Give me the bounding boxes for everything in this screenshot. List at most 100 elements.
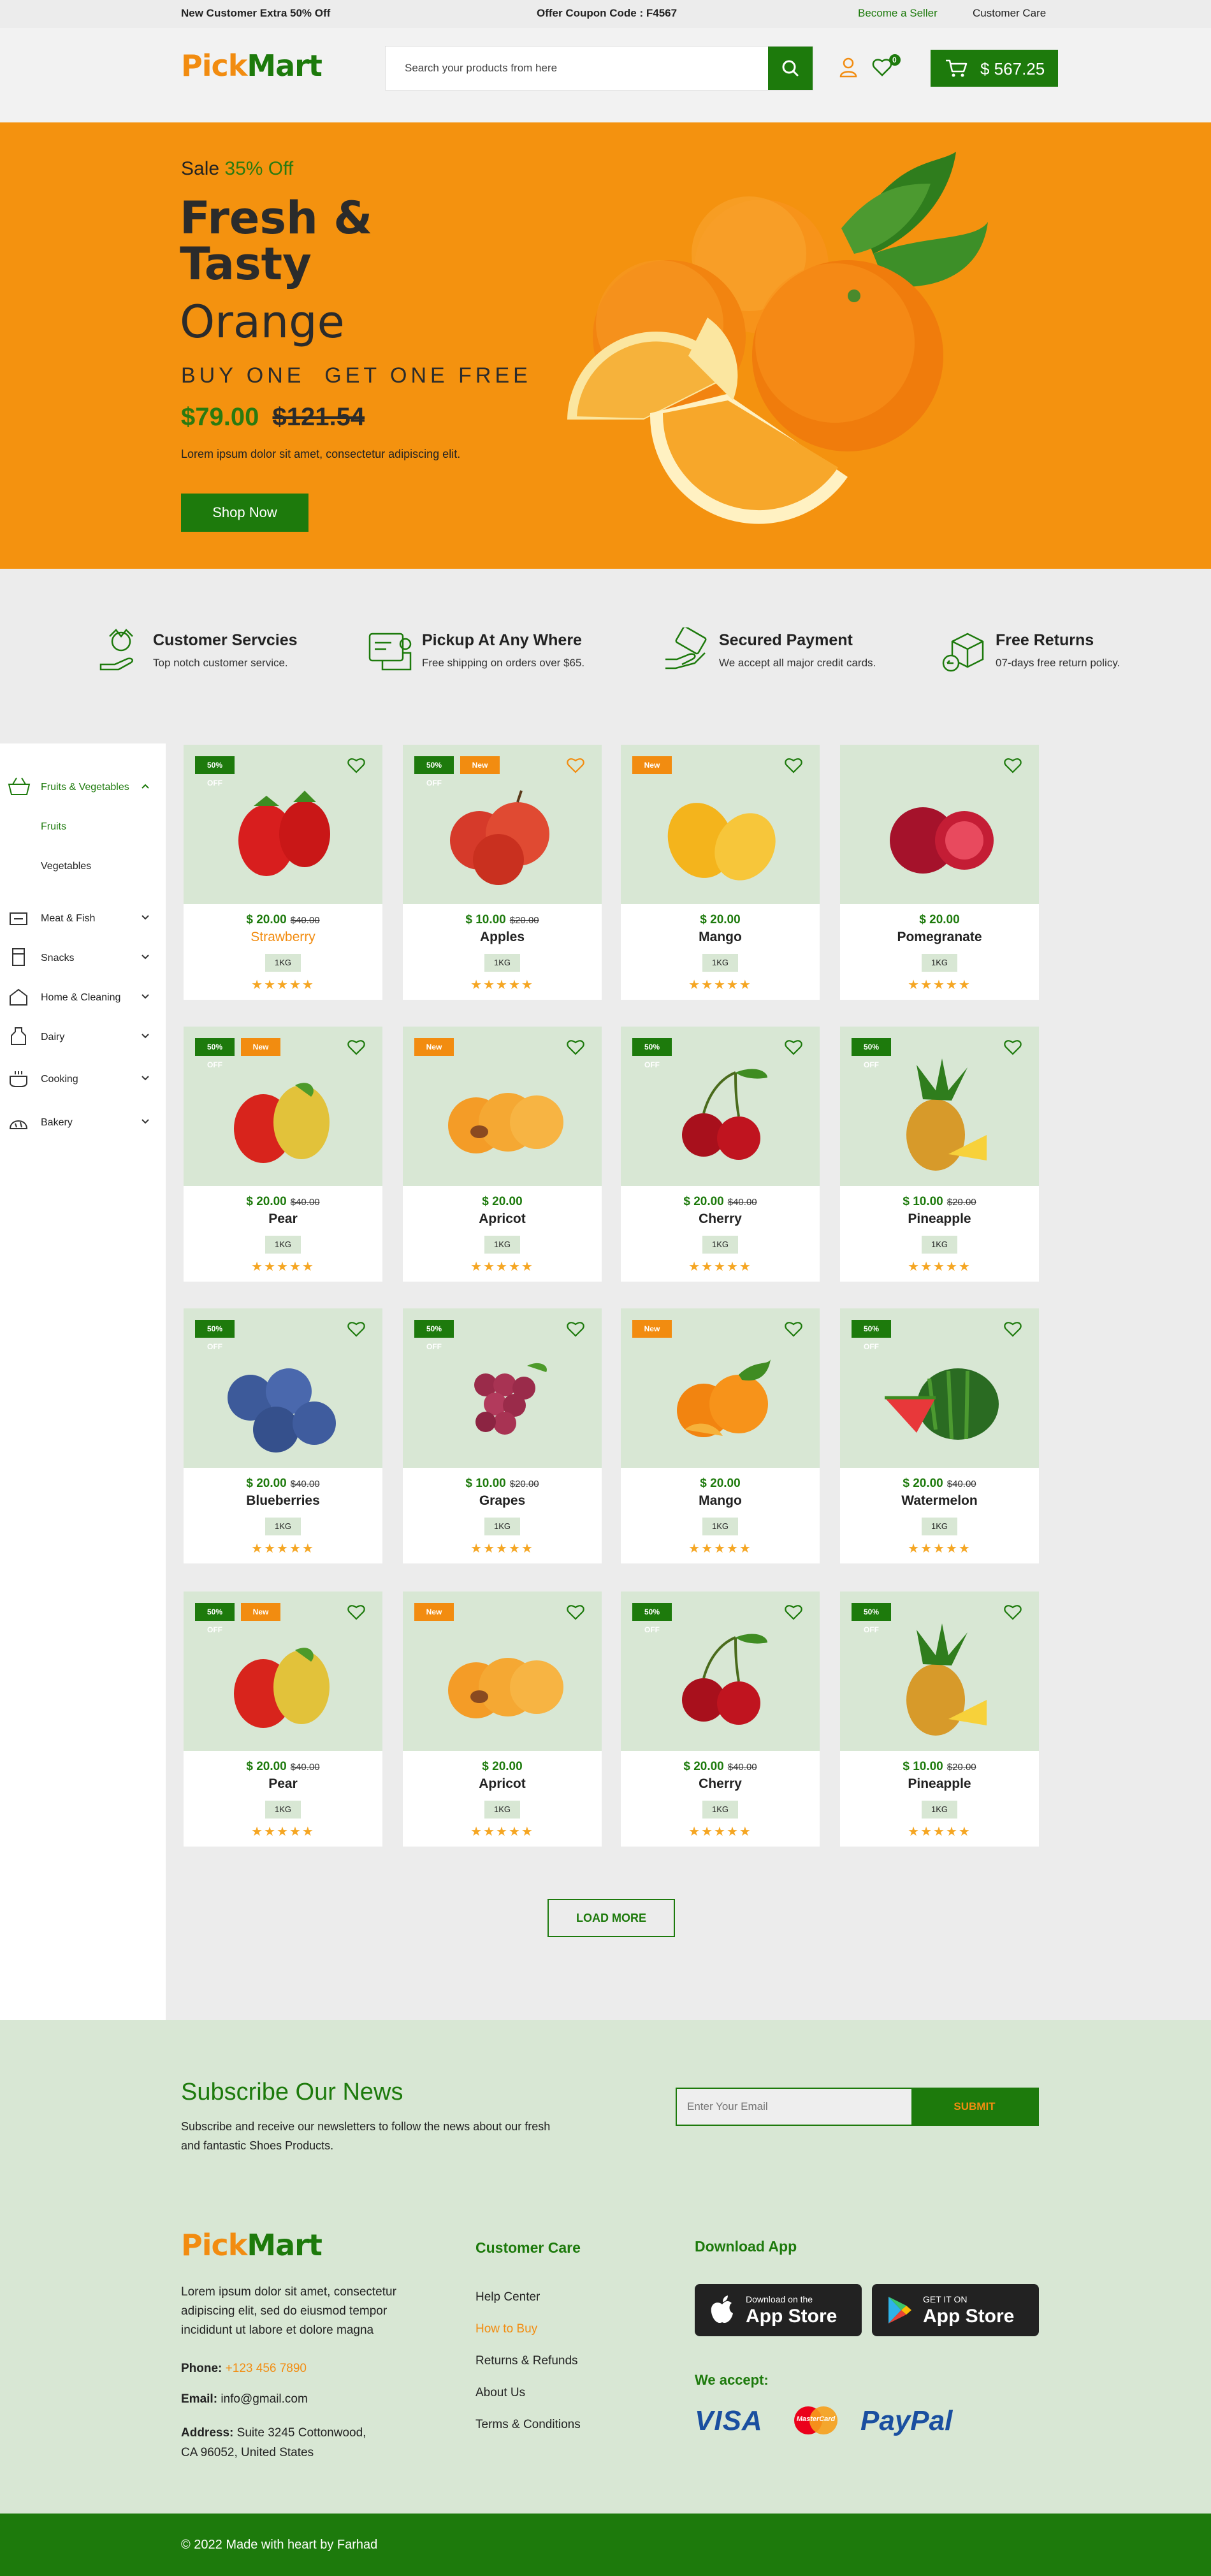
discount-badge: 50% OFF [414,756,454,787]
product-name[interactable]: Mango [621,930,820,945]
product-name[interactable]: Mango [621,1493,820,1509]
wishlist-heart-icon[interactable] [566,1320,585,1338]
shop-now-button[interactable]: Shop Now [181,494,308,532]
product-name[interactable]: Cherry [621,1211,820,1227]
wishlist-heart-icon[interactable] [1003,1320,1022,1338]
discount-badge: 50% OFF [195,1038,235,1069]
product-weight: 1KG [484,1518,520,1535]
submit-button[interactable]: SUBMIT [911,2089,1038,2125]
product-name[interactable]: Pomegranate [840,930,1039,945]
footer-link-help-center[interactable]: Help Center [475,2290,540,2304]
product-rating: ★★★★★ [688,1542,752,1556]
product-card[interactable]: 50% OFF New $ 20.00 $40.00 Pear 1KG ★★★★★ [184,1027,382,1282]
footer-link-about-us[interactable]: About Us [475,2386,525,2400]
product-name[interactable]: Watermelon [840,1493,1039,1509]
product-card[interactable]: 50% OFF $ 20.00 $40.00 Cherry 1KG ★★★★★ [621,1592,820,1847]
product-price: $ 20.00 [683,1760,724,1773]
footer-about: Lorem ipsum dolor sit amet, consectetur a… [181,2285,396,2337]
product-card[interactable]: New $ 20.00 Mango 1KG ★★★★★ [621,745,820,1000]
product-name[interactable]: Apricot [403,1211,602,1227]
product-weight: 1KG [922,1518,957,1535]
footer-link-returns-refunds[interactable]: Returns & Refunds [475,2354,578,2368]
sidebar-item-cooking[interactable]: Cooking [0,1066,159,1092]
product-name[interactable]: Pineapple [840,1211,1039,1227]
customer-care-link[interactable]: Customer Care [973,7,1046,20]
product-card[interactable]: 50% OFF $ 10.00 $20.00 Pineapple 1KG ★★★★… [840,1027,1039,1282]
sidebar-item-fruits-vegetables[interactable]: Fruits & Vegetables [0,774,159,800]
product-price: $ 20.00 [246,1477,287,1490]
sidebar-subitem-vegetables[interactable]: Vegetables [41,861,91,872]
product-name[interactable]: Blueberries [184,1493,382,1509]
search-button[interactable] [768,47,813,90]
wishlist-heart-icon[interactable] [566,756,585,774]
sidebar-item-snacks[interactable]: Snacks [0,945,159,970]
product-prices: $ 20.00 $40.00 [184,1195,382,1209]
product-name[interactable]: Strawberry [184,930,382,945]
sidebar-item-home-cleaning[interactable]: Home & Cleaning [0,984,159,1010]
product-price: $ 10.00 [903,1760,943,1773]
email-input[interactable] [677,2089,911,2125]
product-name[interactable]: Apples [403,930,602,945]
product-card[interactable]: 50% OFF New $ 20.00 $40.00 Pear 1KG ★★★★★ [184,1592,382,1847]
load-more-button[interactable]: LOAD MORE [547,1899,675,1937]
product-card[interactable]: 50% OFF $ 20.00 $40.00 Strawberry 1KG ★★★… [184,745,382,1000]
wishlist-heart-icon[interactable] [347,1038,366,1056]
subscribe-form: SUBMIT [676,2088,1039,2126]
discount-badge: 50% OFF [195,1320,235,1351]
play-store-button[interactable]: GET IT ON App Store [872,2284,1039,2336]
wishlist-heart-icon[interactable] [784,1038,803,1056]
product-card[interactable]: 50% OFF New $ 10.00 $20.00 Apples 1KG ★★★★… [403,745,602,1000]
product-card[interactable]: 50% OFF $ 20.00 $40.00 Watermelon 1KG ★★★… [840,1308,1039,1563]
wishlist-heart-icon[interactable] [1003,1603,1022,1621]
product-card[interactable]: New $ 20.00 Mango 1KG ★★★★★ [621,1308,820,1563]
paypal-logo: PayPal [860,2405,953,2436]
product-weight: 1KG [922,1801,957,1819]
feature-title: Secured Payment [719,631,853,649]
wishlist-heart-icon[interactable] [1003,1038,1022,1056]
product-name[interactable]: Grapes [403,1493,602,1509]
footer-link-how-to-buy[interactable]: How to Buy [475,2322,537,2336]
wishlist-heart-icon[interactable] [566,1038,585,1056]
user-icon[interactable] [839,56,858,79]
app-store-button[interactable]: Download on the App Store [695,2284,862,2336]
wishlist-heart-icon[interactable] [1003,756,1022,774]
product-card[interactable]: New $ 20.00 Apricot 1KG ★★★★★ [403,1592,602,1847]
product-name[interactable]: Pear [184,1776,382,1792]
product-name[interactable]: Apricot [403,1776,602,1792]
bakery-icon [9,1120,28,1129]
product-old-price: $20.00 [509,1479,539,1489]
product-card[interactable]: New $ 20.00 Apricot 1KG ★★★★★ [403,1027,602,1282]
cart-button[interactable]: $ 567.25 [931,50,1058,87]
product-card[interactable]: $ 20.00 Pomegranate 1KG ★★★★★ [840,745,1039,1000]
footer-link-terms-conditions[interactable]: Terms & Conditions [475,2418,581,2432]
become-seller-link[interactable]: Become a Seller [858,7,938,20]
sidebar-item-bakery[interactable]: Bakery [0,1109,159,1135]
sidebar-item-dairy[interactable]: Dairy [0,1024,159,1050]
product-card[interactable]: 50% OFF $ 10.00 $20.00 Pineapple 1KG ★★★★… [840,1592,1039,1847]
product-prices: $ 20.00 [840,913,1039,927]
search-input[interactable] [405,47,749,90]
sidebar-item-meat-fish[interactable]: Meat & Fish [0,905,159,931]
product-name[interactable]: Pineapple [840,1776,1039,1792]
hero-banner: Sale 35% Off Fresh & Tasty Orange BUY ONE… [0,122,1211,569]
footer-logo[interactable]: PickMart [181,2228,323,2262]
product-card[interactable]: 50% OFF $ 10.00 $20.00 Grapes 1KG ★★★★★ [403,1308,602,1563]
product-name[interactable]: Pear [184,1211,382,1227]
sidebar-subitem-fruits[interactable]: Fruits [41,821,66,833]
wishlist-heart-icon[interactable] [347,1320,366,1338]
wishlist-heart-icon[interactable] [784,756,803,774]
wishlist-icon[interactable] [872,54,904,79]
product-rating: ★★★★★ [908,978,971,992]
wishlist-heart-icon[interactable] [347,756,366,774]
wishlist-heart-icon[interactable] [784,1603,803,1621]
wishlist-heart-icon[interactable] [566,1603,585,1621]
logo[interactable]: PickMart [181,48,323,83]
footer-email: Email: info@gmail.com [181,2392,308,2406]
wishlist-heart-icon[interactable] [784,1320,803,1338]
discount-badge: 50% OFF [632,1038,672,1069]
product-card[interactable]: 50% OFF $ 20.00 $40.00 Cherry 1KG ★★★★★ [621,1027,820,1282]
product-card[interactable]: 50% OFF $ 20.00 $40.00 Blueberries 1KG ★★… [184,1308,382,1563]
new-badge: New [414,1603,454,1621]
wishlist-heart-icon[interactable] [347,1603,366,1621]
product-name[interactable]: Cherry [621,1776,820,1792]
